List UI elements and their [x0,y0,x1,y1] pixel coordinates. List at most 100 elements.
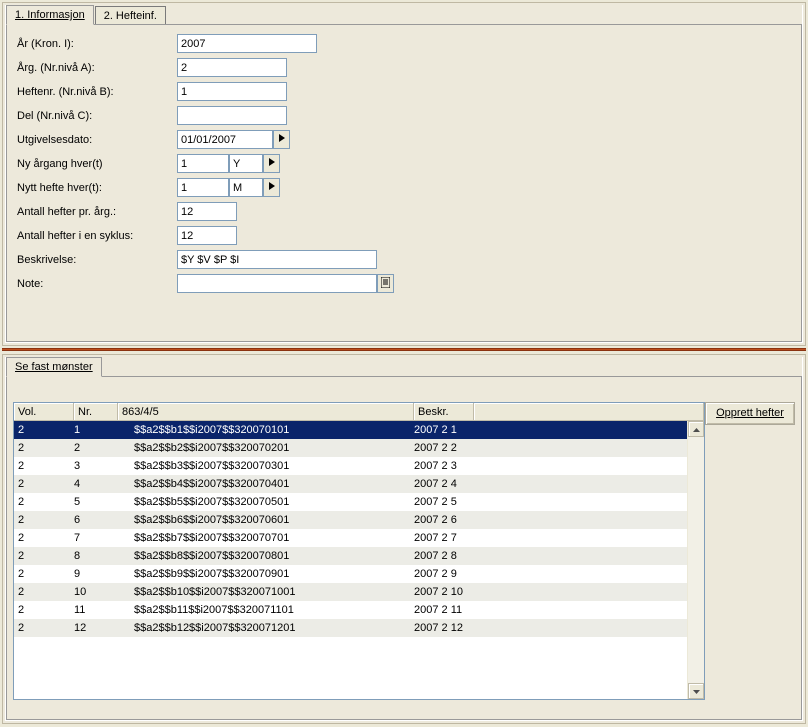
cell-vol: 2 [18,583,74,601]
tab-se-fast-monster[interactable]: Se fast mønster [6,357,102,377]
cell-beskr: 2007 2 12 [414,619,704,637]
table-row[interactable]: 211$$a2$$b11$$i2007$$3200711012007 2 11 [14,601,704,619]
cell-beskr: 2007 2 4 [414,475,704,493]
top-tabs: 1. Informasjon 2. Hefteinf. [6,5,802,25]
cell-beskr: 2007 2 9 [414,565,704,583]
table-row[interactable]: 24$$a2$$b4$$i2007$$3200704012007 2 4 [14,475,704,493]
cell-nr: 7 [74,529,134,547]
cell-beskr: 2007 2 10 [414,583,704,601]
cell-vol: 2 [18,565,74,583]
table-row[interactable]: 23$$a2$$b3$$i2007$$3200703012007 2 3 [14,457,704,475]
cell-code: $$a2$$b9$$i2007$$320070901 [134,565,414,583]
table-scrollbar[interactable] [687,421,704,699]
cell-code: $$a2$$b12$$i2007$$320071201 [134,619,414,637]
tab-hefteinf-label: 2. Hefteinf. [104,10,157,22]
cell-vol: 2 [18,457,74,475]
right-arrow-icon [269,182,275,193]
table-row[interactable]: 25$$a2$$b5$$i2007$$3200705012007 2 5 [14,493,704,511]
table-row[interactable]: 29$$a2$$b9$$i2007$$3200709012007 2 9 [14,565,704,583]
cell-nr: 9 [74,565,134,583]
utgiv-input[interactable] [177,130,273,149]
cell-code: $$a2$$b3$$i2007$$320070301 [134,457,414,475]
bottom-tab-content: Vol. Nr. 863/4/5 Beskr. 21$$a2$$b1$$i200… [6,376,802,720]
nyaarg-value-input[interactable] [177,154,229,173]
note-input[interactable] [177,274,377,293]
bottom-tabs: Se fast mønster [6,357,802,377]
panel-divider [2,348,806,351]
cell-nr: 3 [74,457,134,475]
bottom-panel: Se fast mønster Vol. Nr. 863/4/5 Beskr. … [2,354,806,724]
col-beskr[interactable]: Beskr. [414,403,474,421]
table-row[interactable]: 26$$a2$$b6$$i2007$$3200706012007 2 6 [14,511,704,529]
cell-code: $$a2$$b5$$i2007$$320070501 [134,493,414,511]
cell-nr: 10 [74,583,134,601]
table-header: Vol. Nr. 863/4/5 Beskr. [14,403,704,421]
note-label: Note: [17,278,177,290]
tab-informasjon[interactable]: 1. Informasjon [6,5,94,25]
table-row[interactable]: 21$$a2$$b1$$i2007$$3200701012007 2 1 [14,421,704,439]
col-code[interactable]: 863/4/5 [118,403,414,421]
antall-syklus-label: Antall hefter i en syklus: [17,230,177,242]
aar-input[interactable] [177,34,317,53]
nyaarg-picker-button[interactable] [263,154,280,173]
col-spacer[interactable] [474,403,704,421]
table-row[interactable]: 27$$a2$$b7$$i2007$$3200707012007 2 7 [14,529,704,547]
nytthefte-unit-input[interactable] [229,178,263,197]
del-input[interactable] [177,106,287,125]
cell-beskr: 2007 2 3 [414,457,704,475]
scroll-up-button[interactable] [688,421,704,437]
cell-beskr: 2007 2 6 [414,511,704,529]
table-row[interactable]: 28$$a2$$b8$$i2007$$3200708012007 2 8 [14,547,704,565]
nytthefte-label: Nytt hefte hver(t): [17,182,177,194]
opprett-hefter-button[interactable]: Opprett hefter [705,402,795,425]
cell-nr: 12 [74,619,134,637]
cell-code: $$a2$$b6$$i2007$$320070601 [134,511,414,529]
cell-nr: 4 [74,475,134,493]
beskrivelse-input[interactable] [177,250,377,269]
table-body: 21$$a2$$b1$$i2007$$3200701012007 2 122$$… [14,421,704,699]
cell-code: $$a2$$b4$$i2007$$320070401 [134,475,414,493]
cell-vol: 2 [18,601,74,619]
cell-nr: 6 [74,511,134,529]
scroll-down-button[interactable] [688,683,704,699]
note-expand-button[interactable] [377,274,394,293]
cell-code: $$a2$$b11$$i2007$$320071101 [134,601,414,619]
top-tab-content: År (Kron. I): Årg. (Nr.nivå A): Heftenr.… [6,24,802,342]
cell-nr: 2 [74,439,134,457]
cell-beskr: 2007 2 5 [414,493,704,511]
cell-beskr: 2007 2 2 [414,439,704,457]
utgiv-picker-button[interactable] [273,130,290,149]
cell-beskr: 2007 2 1 [414,421,704,439]
tab-informasjon-label: 1. Informasjon [15,9,85,21]
cell-vol: 2 [18,475,74,493]
cell-beskr: 2007 2 7 [414,529,704,547]
cell-code: $$a2$$b8$$i2007$$320070801 [134,547,414,565]
right-arrow-icon [279,134,285,145]
beskrivelse-label: Beskrivelse: [17,254,177,266]
nytthefte-picker-button[interactable] [263,178,280,197]
table-row[interactable]: 212$$a2$$b12$$i2007$$3200712012007 2 12 [14,619,704,637]
cell-vol: 2 [18,439,74,457]
table-row[interactable]: 22$$a2$$b2$$i2007$$3200702012007 2 2 [14,439,704,457]
heftenr-label: Heftenr. (Nr.nivå B): [17,86,177,98]
col-vol[interactable]: Vol. [14,403,74,421]
aar-label: År (Kron. I): [17,38,177,50]
nytthefte-value-input[interactable] [177,178,229,197]
col-nr[interactable]: Nr. [74,403,118,421]
antall-syklus-input[interactable] [177,226,237,245]
tab-hefteinf[interactable]: 2. Hefteinf. [95,6,166,25]
antall-aarg-input[interactable] [177,202,237,221]
heftenr-input[interactable] [177,82,287,101]
table-row[interactable]: 210$$a2$$b10$$i2007$$3200710012007 2 10 [14,583,704,601]
cell-nr: 5 [74,493,134,511]
top-panel: 1. Informasjon 2. Hefteinf. År (Kron. I)… [2,2,806,346]
nyaarg-unit-input[interactable] [229,154,263,173]
chevron-up-icon [693,423,700,435]
aarg-input[interactable] [177,58,287,77]
cell-beskr: 2007 2 11 [414,601,704,619]
cell-vol: 2 [18,619,74,637]
chevron-down-icon [693,685,700,697]
cell-beskr: 2007 2 8 [414,547,704,565]
cell-nr: 11 [74,601,134,619]
cell-code: $$a2$$b2$$i2007$$320070201 [134,439,414,457]
